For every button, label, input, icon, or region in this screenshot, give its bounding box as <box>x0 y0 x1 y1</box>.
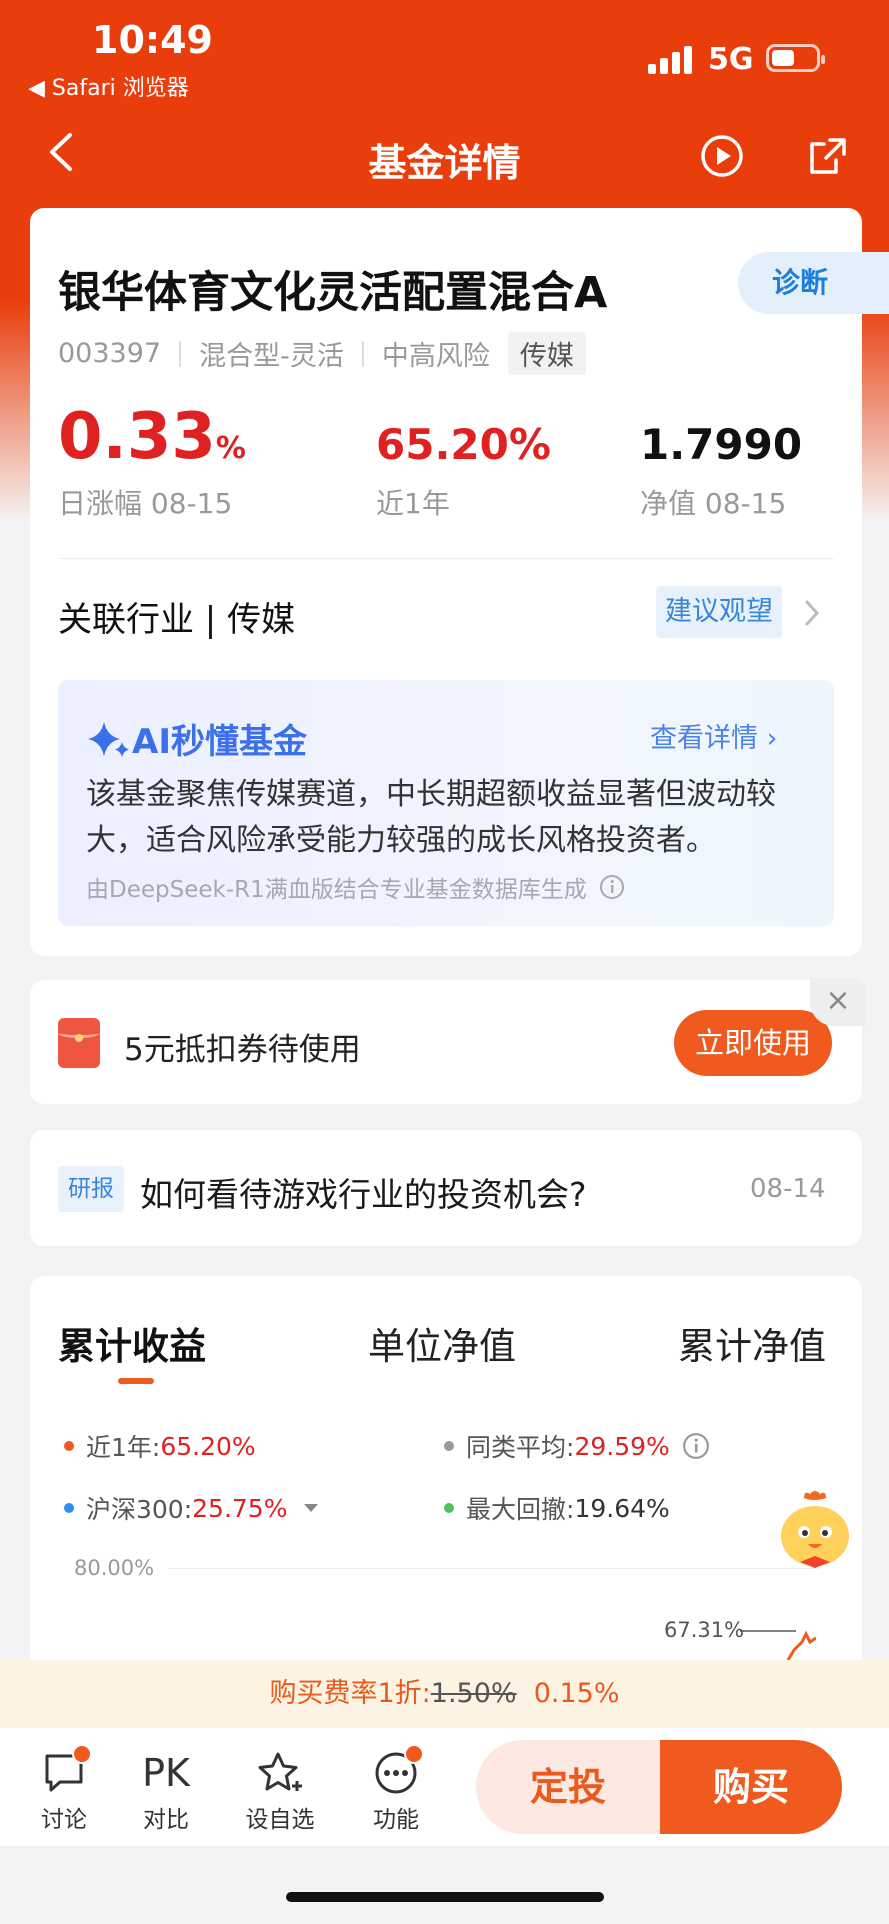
chevron-right-icon[interactable] <box>802 598 822 628</box>
coupon-text: 5元抵扣券待使用 <box>124 1032 361 1068</box>
chart-grid-label: 80.00% <box>74 1556 155 1580</box>
report-date: 08-14 <box>750 1174 826 1204</box>
fund-risk: 中高风险 <box>381 341 490 372</box>
sip-button[interactable]: 定投 <box>476 1740 660 1834</box>
sparkle-icon <box>88 721 129 757</box>
legend-max-drawdown: 最大回撤: 19.64% <box>444 1490 670 1526</box>
ai-view-details-link[interactable]: 查看详情 › <box>650 716 777 755</box>
page-title: 基金详情 <box>368 141 521 185</box>
chart-grid-line <box>168 1568 818 1569</box>
mascot-icon[interactable] <box>770 1486 860 1576</box>
chart-end-value: 67.31% <box>664 1618 745 1642</box>
home-indicator[interactable] <box>286 1892 604 1902</box>
year-return-value: 65.20% <box>376 420 551 469</box>
buy-button[interactable]: 购买 <box>660 1740 842 1834</box>
ai-source-note: 由DeepSeek-R1满血版结合专业基金数据库生成 <box>86 870 625 904</box>
nav-value: 1.7990 <box>640 420 803 469</box>
star-plus-icon <box>258 1752 302 1791</box>
discuss-button[interactable]: 讨论 <box>24 1744 104 1834</box>
back-to-safari-link[interactable]: ◀ Safari 浏览器 <box>28 70 189 102</box>
info-icon[interactable] <box>682 1432 710 1460</box>
related-industry[interactable]: 关联行业 | 传媒 <box>58 592 295 641</box>
year-return-label: 近1年 <box>376 487 450 520</box>
tab-cumulative-return[interactable]: 累计收益 <box>58 1316 206 1370</box>
fund-code: 003397 <box>58 338 162 369</box>
diagnose-button[interactable]: 诊断 <box>738 252 889 314</box>
tab-cumulative-nav[interactable]: 累计净值 <box>678 1316 826 1370</box>
share-icon[interactable] <box>806 134 850 178</box>
fund-name: 银华体育文化灵活配置混合A <box>58 268 608 318</box>
advice-badge[interactable]: 建议观望 <box>656 586 782 638</box>
chart-line <box>740 1630 816 1660</box>
fund-type: 混合型-灵活 <box>199 341 344 372</box>
ai-summary-text: 该基金聚焦传媒赛道，中长期超额收益显著但波动较大，适合风险承受能力较强的成长风格… <box>86 777 776 858</box>
daily-change-label: 日涨幅 08-15 <box>58 487 233 520</box>
active-tab-indicator <box>118 1378 154 1384</box>
divider <box>58 558 834 559</box>
info-icon[interactable] <box>599 874 625 900</box>
legend-year: 近1年: 65.20% <box>64 1428 256 1464</box>
report-tag: 研报 <box>58 1166 124 1212</box>
report-title[interactable]: 如何看待游戏行业的投资机会? <box>140 1168 587 1216</box>
fund-sector-tag: 传媒 <box>507 332 586 375</box>
play-icon[interactable] <box>700 134 744 178</box>
dropdown-triangle-icon[interactable] <box>303 1502 319 1514</box>
add-watchlist-button[interactable]: 设自选 <box>240 1746 320 1834</box>
status-time: 10:49 <box>92 18 213 62</box>
legend-category-average: 同类平均: 29.59% <box>444 1428 710 1464</box>
signal-icon <box>648 44 696 74</box>
battery-icon <box>766 44 825 72</box>
daily-change-value: 0.33% <box>58 400 246 474</box>
red-envelope-icon <box>58 1018 100 1068</box>
legend-hs300[interactable]: 沪深300: 25.75% <box>64 1490 319 1526</box>
more-functions-button[interactable]: 功能 <box>356 1744 436 1834</box>
tab-unit-nav[interactable]: 单位净值 <box>368 1316 516 1370</box>
use-coupon-button[interactable]: 立即使用 <box>674 1010 832 1076</box>
pk-icon: PK <box>142 1751 190 1795</box>
ai-summary-title: AI秒懂基金 <box>86 714 307 763</box>
nav-label: 净值 08-15 <box>640 487 787 520</box>
network-label: 5G <box>708 42 754 77</box>
fund-meta: 003397 混合型-灵活 中高风险 传媒 <box>58 332 586 375</box>
compare-button[interactable]: PK 对比 <box>126 1746 206 1834</box>
fee-discount-bar: 购买费率1折:1.50% 0.15% <box>0 1660 889 1728</box>
close-coupon-icon[interactable]: × <box>810 978 866 1026</box>
